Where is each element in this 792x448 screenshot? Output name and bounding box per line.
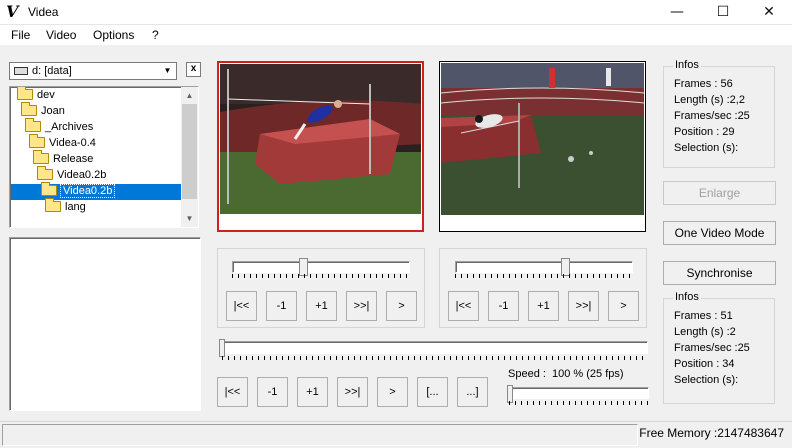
close-button[interactable]: ✕ (746, 0, 792, 25)
sync-play-button[interactable]: > (377, 377, 408, 407)
left-first-frame-button[interactable]: |<< (226, 291, 257, 321)
folder-icon (25, 118, 41, 132)
tree-item-lang[interactable]: lang (45, 198, 86, 216)
chevron-down-icon[interactable]: ▼ (159, 63, 176, 79)
clear-drive-button[interactable]: x (186, 62, 201, 77)
minimize-button[interactable]: — (654, 0, 700, 25)
drive-select[interactable]: d: [data] ▼ (9, 62, 177, 80)
sync-first-frame-button[interactable]: |<< (217, 377, 248, 407)
menu-bar: File Video Options ? (0, 25, 792, 45)
folder-icon (17, 87, 33, 100)
title-bar: V Videa — ☐ ✕ (0, 0, 792, 25)
infos-video1-title: Infos (673, 59, 701, 71)
right-slider-ticks (455, 274, 633, 278)
left-video-frame (220, 64, 421, 214)
infos1-position: Position : 29 (674, 126, 735, 138)
right-next-frame-button[interactable]: +1 (528, 291, 559, 321)
enlarge-button[interactable]: Enlarge (663, 181, 776, 205)
scroll-up-icon[interactable]: ▲ (181, 87, 198, 104)
right-first-frame-button[interactable]: |<< (448, 291, 479, 321)
infos2-frames: Frames : 51 (674, 310, 733, 322)
speed-slider-ticks (509, 401, 649, 405)
folder-icon (33, 150, 49, 164)
menu-options[interactable]: Options (93, 28, 134, 42)
left-slider-ticks (232, 274, 410, 278)
infos-video2-title: Infos (673, 291, 701, 303)
scroll-down-icon[interactable]: ▼ (181, 210, 198, 227)
infos1-selection: Selection (s): (674, 142, 739, 154)
folder-icon (45, 198, 61, 212)
drive-value: d: [data] (32, 65, 72, 77)
right-video-image (441, 63, 644, 215)
left-next-frame-button[interactable]: +1 (306, 291, 337, 321)
right-last-frame-button[interactable]: >>| (568, 291, 599, 321)
maximize-button[interactable]: ☐ (700, 0, 746, 25)
drive-icon (14, 67, 28, 75)
infos1-frames: Frames : 56 (674, 78, 733, 90)
infos2-selection: Selection (s): (674, 374, 739, 386)
tree-scrollbar[interactable]: ▲ ▼ (181, 87, 198, 227)
right-video-frame (441, 63, 644, 215)
left-video-image (220, 64, 421, 214)
infos1-length: Length (s) :2,2 (674, 94, 745, 106)
menu-video[interactable]: Video (46, 28, 76, 42)
tree-item-videa02b-selected[interactable]: Videa0.2b (11, 182, 183, 200)
left-position-slider[interactable] (232, 261, 410, 273)
folder-icon (21, 102, 37, 116)
infos2-position: Position : 34 (674, 358, 735, 370)
free-memory-status: Free Memory :2147483647 (639, 426, 784, 440)
one-video-mode-button[interactable]: One Video Mode (663, 221, 776, 245)
left-prev-frame-button[interactable]: -1 (266, 291, 297, 321)
speed-label: Speed : (508, 368, 546, 380)
infos2-length: Length (s) :2 (674, 326, 736, 338)
right-position-slider[interactable] (455, 261, 633, 273)
right-prev-frame-button[interactable]: -1 (488, 291, 519, 321)
sync-last-frame-button[interactable]: >>| (337, 377, 368, 407)
right-controls-panel: |<< -1 +1 >>| > (439, 248, 647, 328)
infos-video2: Infos Frames : 51 Length (s) :2 Frames/s… (663, 291, 775, 404)
infos1-fps: Frames/sec :25 (674, 110, 750, 122)
synchronise-button[interactable]: Synchronise (663, 261, 776, 285)
app-icon: V (6, 2, 19, 21)
status-bar: Free Memory :2147483647 (0, 421, 792, 448)
speed-slider[interactable] (509, 387, 649, 399)
sync-next-frame-button[interactable]: +1 (297, 377, 328, 407)
selection-start-button[interactable]: [... (417, 377, 448, 407)
folder-open-icon (41, 182, 57, 196)
menu-file[interactable]: File (11, 28, 30, 42)
folder-icon (29, 134, 45, 148)
left-controls-panel: |<< -1 +1 >>| > (217, 248, 425, 328)
sync-position-slider[interactable] (222, 341, 648, 354)
selection-end-button[interactable]: ...] (457, 377, 488, 407)
left-play-button[interactable]: > (386, 291, 417, 321)
file-list[interactable] (9, 237, 201, 411)
right-video-panel[interactable] (439, 61, 646, 232)
sync-prev-frame-button[interactable]: -1 (257, 377, 288, 407)
directory-tree[interactable]: dev Joan _Archives Videa-0.4 Release Vid… (9, 86, 199, 228)
sync-slider-ticks (222, 356, 648, 360)
infos-video1: Infos Frames : 56 Length (s) :2,2 Frames… (663, 59, 775, 168)
infos2-fps: Frames/sec :25 (674, 342, 750, 354)
speed-value: 100 % (25 fps) (552, 368, 624, 380)
left-video-panel[interactable] (217, 61, 424, 232)
status-pane-left (2, 424, 638, 446)
menu-help[interactable]: ? (152, 28, 159, 42)
scroll-thumb[interactable] (182, 104, 197, 199)
sync-slider-thumb[interactable] (219, 339, 225, 357)
window-title: Videa (28, 5, 59, 19)
folder-icon (37, 166, 53, 180)
left-last-frame-button[interactable]: >>| (346, 291, 377, 321)
right-play-button[interactable]: > (608, 291, 639, 321)
